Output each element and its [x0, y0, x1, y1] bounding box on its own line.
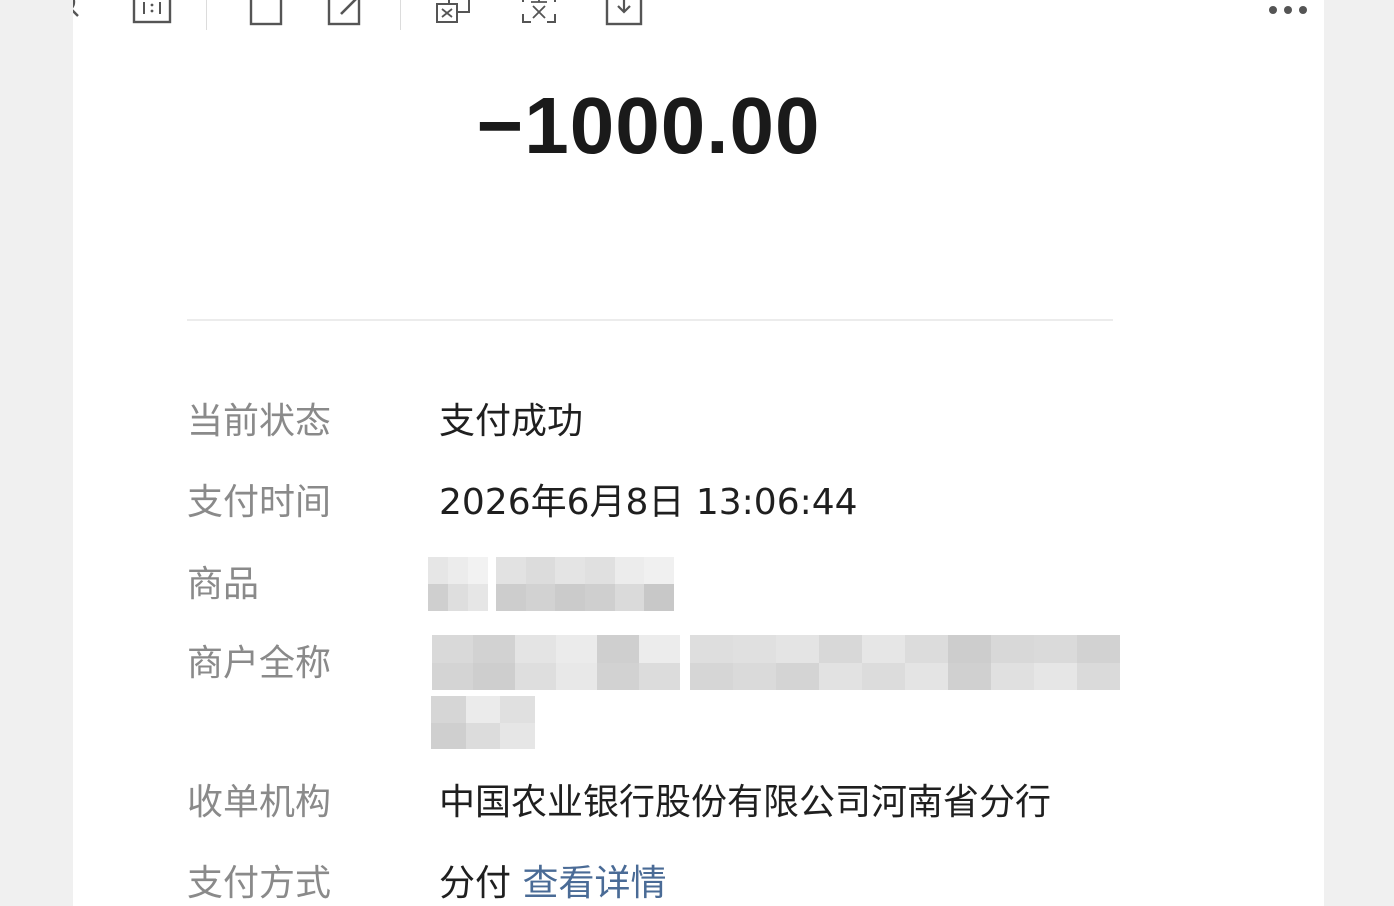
merchant-blurred-3 — [431, 696, 536, 749]
status-value: 支付成功 — [439, 401, 584, 442]
payment-method-label: 支付方式 — [187, 863, 332, 904]
image-viewer-toolbar — [73, 0, 1324, 32]
merchant-label: 商户全称 — [187, 643, 332, 684]
payment-time-label: 支付时间 — [187, 482, 332, 523]
actual-size-icon[interactable] — [132, 0, 172, 26]
payment-method-value: 分付 查看详情 — [439, 862, 666, 906]
ocr-text-icon[interactable] — [519, 0, 559, 26]
merchant-blurred-1 — [432, 635, 680, 690]
toolbar-separator — [206, 0, 207, 30]
payment-amount: −1000.00 — [476, 81, 821, 170]
payment-method-name: 分付 — [439, 863, 512, 904]
search-icon[interactable] — [73, 0, 91, 26]
acquirer-label: 收单机构 — [187, 782, 332, 823]
edit-icon[interactable] — [327, 0, 367, 26]
goods-blurred-1 — [428, 557, 488, 611]
save-icon[interactable] — [604, 0, 644, 26]
status-label: 当前状态 — [187, 401, 332, 442]
payment-time-value: 2026年6月8日 13:06:44 — [439, 482, 858, 523]
translate-icon[interactable] — [433, 0, 473, 26]
merchant-blurred-2 — [690, 635, 1120, 690]
goods-blurred-2 — [496, 557, 675, 611]
view-details-link[interactable]: 查看详情 — [522, 863, 666, 904]
goods-label: 商品 — [187, 564, 260, 605]
acquirer-value: 中国农业银行股份有限公司河南省分行 — [439, 782, 1052, 823]
receipt-panel: −1000.00 当前状态 支付成功 支付时间 2026年6月8日 13:06:… — [73, 0, 1324, 906]
section-divider — [187, 319, 1113, 321]
toolbar-separator — [400, 0, 401, 30]
more-icon[interactable] — [1266, 0, 1310, 20]
crop-icon[interactable] — [243, 0, 283, 26]
